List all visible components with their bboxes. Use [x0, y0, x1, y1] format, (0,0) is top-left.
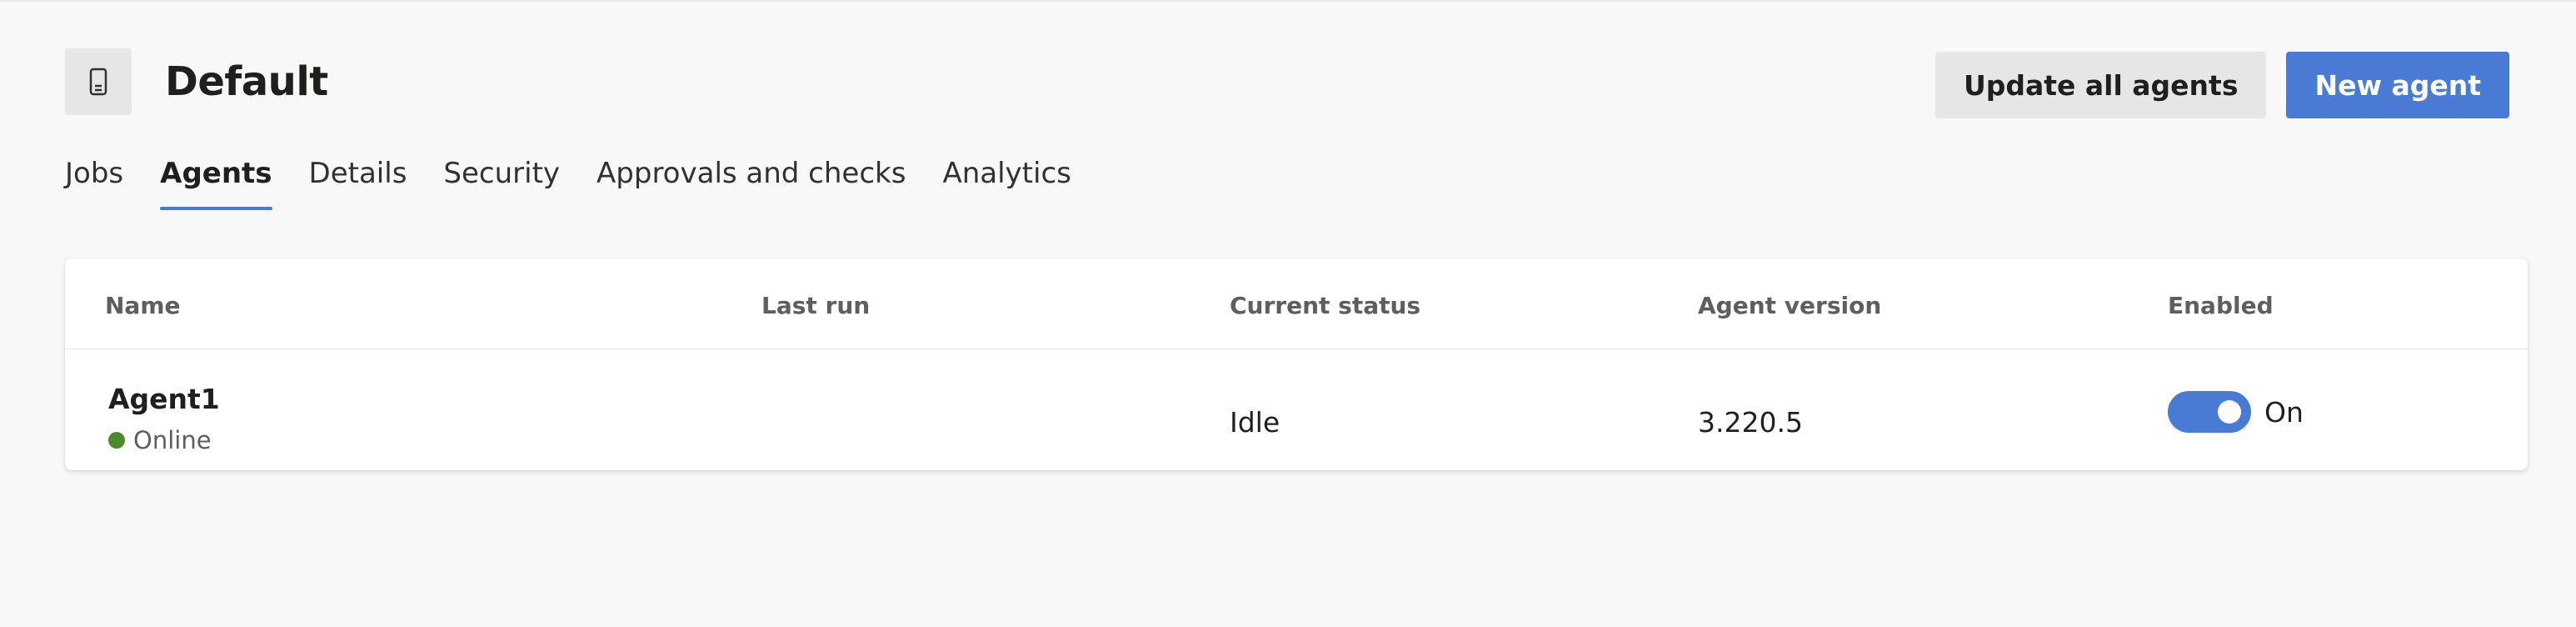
top-border	[0, 0, 2576, 2]
agent-name[interactable]: Agent1	[108, 383, 220, 415]
tab-agents[interactable]: Agents	[160, 157, 272, 210]
agent-version: 3.220.5	[1698, 406, 1803, 439]
tab-analytics[interactable]: Analytics	[942, 157, 1071, 210]
column-header-last-run[interactable]: Last run	[761, 292, 870, 319]
page-header: Default	[65, 48, 328, 115]
column-header-agent-version[interactable]: Agent version	[1698, 292, 1881, 319]
tab-details[interactable]: Details	[309, 157, 407, 210]
tab-jobs[interactable]: Jobs	[65, 157, 123, 210]
column-header-name[interactable]: Name	[105, 292, 181, 319]
online-status-dot-icon	[108, 432, 125, 449]
tab-security[interactable]: Security	[443, 157, 560, 210]
column-header-enabled[interactable]: Enabled	[2168, 292, 2274, 319]
enabled-toggle-label: On	[2264, 395, 2304, 429]
header-actions: Update all agents New agent	[1934, 52, 2509, 118]
tab-bar: Jobs Agents Details Security Approvals a…	[65, 157, 1071, 210]
agent-state: Online	[108, 426, 212, 454]
agent-current-status: Idle	[1230, 406, 1281, 439]
mobile-device-icon	[65, 48, 132, 115]
page-title: Default	[165, 58, 328, 105]
toggle-knob	[2218, 400, 2241, 424]
table-header: Name Last run Current status Agent versi…	[65, 258, 2528, 349]
agents-table: Name Last run Current status Agent versi…	[65, 258, 2528, 470]
new-agent-button[interactable]: New agent	[2286, 52, 2509, 118]
tab-approvals-and-checks[interactable]: Approvals and checks	[597, 157, 906, 210]
table-row[interactable]: Agent1 Online Idle 3.220.5 On	[65, 349, 2528, 470]
column-header-current-status[interactable]: Current status	[1230, 292, 1420, 319]
update-all-agents-button[interactable]: Update all agents	[1934, 52, 2267, 118]
agent-state-label: Online	[133, 426, 212, 454]
enabled-toggle[interactable]	[2168, 391, 2251, 433]
enabled-toggle-group: On	[2168, 391, 2304, 433]
